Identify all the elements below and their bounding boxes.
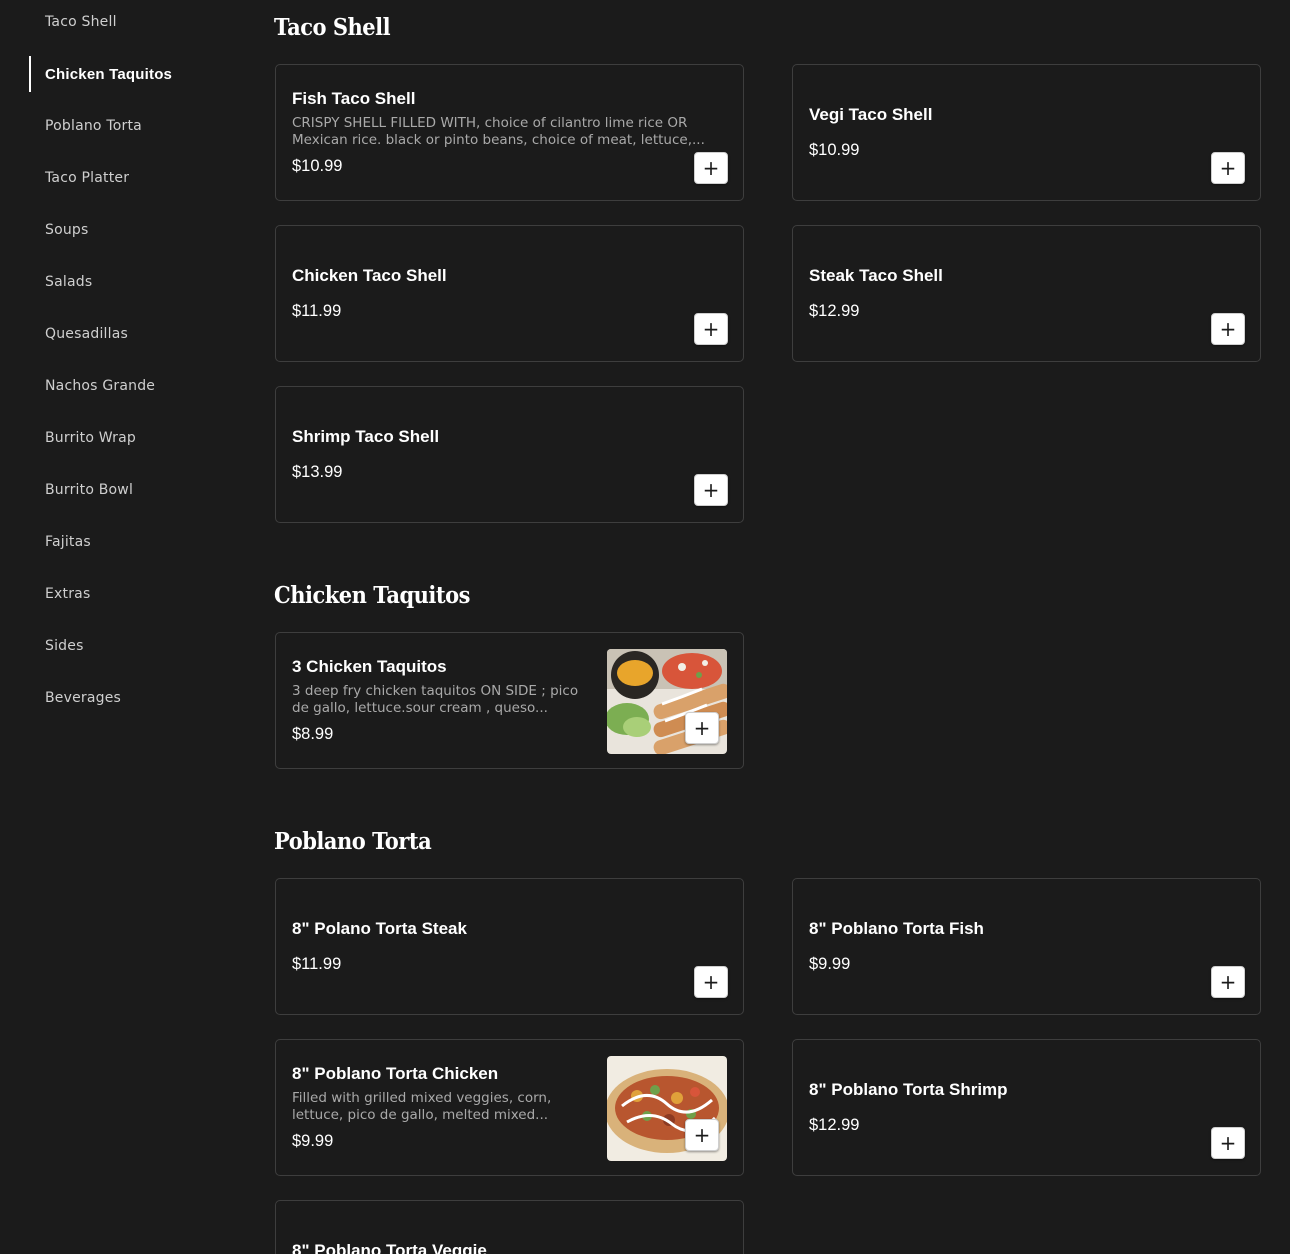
item-price: $9.99 <box>292 1131 334 1150</box>
item-price: $10.99 <box>809 140 860 159</box>
item-info: 8" Poblano Torta Chicken Filled with gri… <box>292 1040 591 1175</box>
item-name: 3 Chicken Taquitos <box>292 656 447 676</box>
item-name: Steak Taco Shell <box>809 265 943 285</box>
sidebar-item-poblano-torta[interactable]: Poblano Torta <box>29 108 229 144</box>
add-to-cart-button[interactable]: + <box>694 474 728 506</box>
item-name: 8" Polano Torta Steak <box>292 918 467 938</box>
item-price: $11.99 <box>292 954 342 973</box>
section-title-taco-shell: Taco Shell <box>274 12 391 41</box>
item-name: 8" Poblano Torta Veggie <box>292 1241 487 1254</box>
sidebar-item-nachos-grande[interactable]: Nachos Grande <box>29 368 229 404</box>
plus-icon: + <box>1219 970 1237 994</box>
plus-icon: + <box>1219 156 1237 180</box>
add-to-cart-button[interactable]: + <box>1211 1127 1245 1159</box>
item-price: $9.99 <box>809 954 851 973</box>
plus-icon: + <box>702 970 720 994</box>
item-price: $11.99 <box>292 301 342 320</box>
plus-icon: + <box>693 1123 711 1147</box>
item-price: $13.99 <box>292 462 343 481</box>
item-info: 8" Polano Torta Steak $11.99 <box>292 879 727 1014</box>
sidebar-item-fajitas[interactable]: Fajitas <box>29 524 229 560</box>
plus-icon: + <box>702 156 720 180</box>
menu-page: Taco Shell Chicken Taquitos Poblano Tort… <box>0 0 1290 1254</box>
item-info: 8" Poblano Torta Shrimp $12.99 <box>809 1040 1244 1175</box>
item-name: 8" Poblano Torta Chicken <box>292 1063 499 1083</box>
plus-icon: + <box>1219 317 1237 341</box>
item-info: 8" Poblano Torta Fish $9.99 <box>809 879 1244 1014</box>
section-title-poblano-torta: Poblano Torta <box>274 826 432 855</box>
menu-item-card[interactable]: 8" Poblano Torta Shrimp $12.99 + <box>792 1039 1261 1176</box>
add-to-cart-button[interactable]: + <box>1211 966 1245 998</box>
add-to-cart-button[interactable]: + <box>685 1119 719 1151</box>
add-to-cart-button[interactable]: + <box>1211 152 1245 184</box>
item-name: Fish Taco Shell <box>292 88 416 108</box>
item-name: 8" Poblano Torta Shrimp <box>809 1079 1008 1099</box>
sidebar-item-extras[interactable]: Extras <box>29 576 229 612</box>
item-info: Chicken Taco Shell $11.99 <box>292 226 727 361</box>
sidebar-item-beverages[interactable]: Beverages <box>29 680 229 716</box>
add-to-cart-button[interactable]: + <box>694 313 728 345</box>
menu-item-card[interactable]: 8" Polano Torta Steak $11.99 + <box>275 878 744 1015</box>
item-name: Chicken Taco Shell <box>292 265 447 285</box>
torta-photo[interactable]: + <box>607 1056 727 1161</box>
menu-item-card[interactable]: 3 Chicken Taquitos 3 deep fry chicken ta… <box>275 632 744 769</box>
sidebar-item-salads[interactable]: Salads <box>29 264 229 300</box>
sidebar-item-taco-shell[interactable]: Taco Shell <box>29 4 229 40</box>
item-price: $8.99 <box>292 724 334 743</box>
item-info: Steak Taco Shell $12.99 <box>809 226 1244 361</box>
plus-icon: + <box>702 478 720 502</box>
item-info: Shrimp Taco Shell $13.99 <box>292 387 727 522</box>
item-name: Vegi Taco Shell <box>809 104 933 124</box>
add-to-cart-button[interactable]: + <box>1211 313 1245 345</box>
menu-item-card[interactable]: 8" Poblano Torta Fish $9.99 + <box>792 878 1261 1015</box>
menu-item-card[interactable]: 8" Poblano Torta Chicken Filled with gri… <box>275 1039 744 1176</box>
item-description: 3 deep fry chicken taquitos ON SIDE ; pi… <box>292 682 579 716</box>
menu-item-card[interactable]: Steak Taco Shell $12.99 + <box>792 225 1261 362</box>
item-info: Fish Taco Shell CRISPY SHELL FILLED WITH… <box>292 65 727 200</box>
plus-icon: + <box>702 317 720 341</box>
item-name: 8" Poblano Torta Fish <box>809 918 984 938</box>
plus-icon: + <box>693 716 711 740</box>
menu-item-card[interactable]: Fish Taco Shell CRISPY SHELL FILLED WITH… <box>275 64 744 201</box>
item-info: Vegi Taco Shell $10.99 <box>809 65 1244 200</box>
menu-item-card[interactable]: Shrimp Taco Shell $13.99 + <box>275 386 744 523</box>
add-to-cart-button[interactable]: + <box>685 712 719 744</box>
sidebar-item-burrito-bowl[interactable]: Burrito Bowl <box>29 472 229 508</box>
item-price: $12.99 <box>809 1115 860 1134</box>
item-info: 3 Chicken Taquitos 3 deep fry chicken ta… <box>292 633 591 768</box>
item-description: Filled with grilled mixed veggies, corn,… <box>292 1089 552 1123</box>
add-to-cart-button[interactable]: + <box>694 966 728 998</box>
item-description: CRISPY SHELL FILLED WITH, choice of cila… <box>292 114 705 148</box>
plus-icon: + <box>1219 1131 1237 1155</box>
menu-item-card[interactable]: Vegi Taco Shell $10.99 + <box>792 64 1261 201</box>
sidebar-item-chicken-taquitos[interactable]: Chicken Taquitos <box>29 56 229 92</box>
sidebar-item-sides[interactable]: Sides <box>29 628 229 664</box>
taquitos-photo[interactable]: + <box>607 649 727 754</box>
sidebar-item-taco-platter[interactable]: Taco Platter <box>29 160 229 196</box>
item-price: $10.99 <box>292 156 343 175</box>
category-sidebar: Taco Shell Chicken Taquitos Poblano Tort… <box>0 0 250 1254</box>
section-title-chicken-taquitos: Chicken Taquitos <box>274 580 470 609</box>
sidebar-item-quesadillas[interactable]: Quesadillas <box>29 316 229 352</box>
item-name: Shrimp Taco Shell <box>292 426 440 446</box>
menu-item-card[interactable]: Chicken Taco Shell $11.99 + <box>275 225 744 362</box>
menu-item-card[interactable]: 8" Poblano Torta Veggie <box>275 1200 744 1254</box>
item-price: $12.99 <box>809 301 860 320</box>
add-to-cart-button[interactable]: + <box>694 152 728 184</box>
sidebar-item-soups[interactable]: Soups <box>29 212 229 248</box>
sidebar-item-burrito-wrap[interactable]: Burrito Wrap <box>29 420 229 456</box>
